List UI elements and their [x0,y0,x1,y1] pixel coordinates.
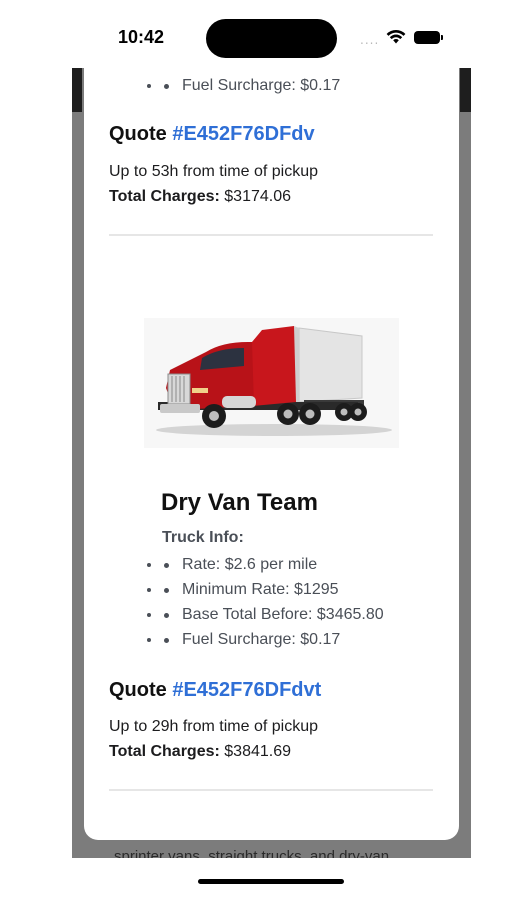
home-indicator[interactable] [198,879,344,884]
quote-title: Quote #E452F76DFdv [109,123,315,146]
list-item: Fuel Surcharge: $0.17 [162,73,340,98]
quote-title: Quote #E452F76DFdvt [109,679,321,702]
background-text: sprinter vans, straight trucks, and dry-… [114,848,390,858]
total-charges: Total Charges: $3174.06 [109,188,291,206]
quote-id-link[interactable]: #E452F76DFdvt [172,679,321,701]
pickup-window: Up to 29h from time of pickup [109,718,318,735]
divider [109,234,433,236]
backdrop-edge-left [72,68,82,112]
list-item: Minimum Rate: $1295 [162,577,384,602]
signal-icon: .... [360,33,380,47]
dynamic-island [206,19,337,58]
semi-truck-icon [156,326,392,436]
total-charges-label: Total Charges: [109,188,220,205]
status-time: 10:42 [118,27,165,47]
wifi-icon [386,29,406,44]
backdrop-edge-right [460,68,471,112]
previous-truck-info-list: Fuel Surcharge: $0.17 [162,73,340,98]
pickup-window: Up to 53h from time of pickup [109,163,318,180]
truck-info-list: Rate: $2.6 per mile Minimum Rate: $1295 … [162,552,384,652]
total-charges-value: $3174.06 [224,188,292,205]
quote-prefix: Quote [109,679,167,701]
total-charges: Total Charges: $3841.69 [109,743,291,761]
total-charges-label: Total Charges: [109,743,220,760]
battery-icon [414,31,443,44]
list-item: Fuel Surcharge: $0.17 [162,627,384,652]
truck-type-title: Dry Van Team [161,489,318,516]
status-bar: 10:42 .... [0,0,507,68]
list-item: Base Total Before: $3465.80 [162,602,384,627]
quotes-modal[interactable]: Fuel Surcharge: $0.17 Quote #E452F76DFdv… [84,68,459,840]
truck-image [144,318,399,448]
divider [109,789,433,791]
quote-prefix: Quote [109,123,167,145]
truck-info-label: Truck Info: [162,529,244,546]
list-item: Rate: $2.6 per mile [162,552,384,577]
quote-id-link[interactable]: #E452F76DFdv [172,123,314,145]
total-charges-value: $3841.69 [224,743,292,760]
